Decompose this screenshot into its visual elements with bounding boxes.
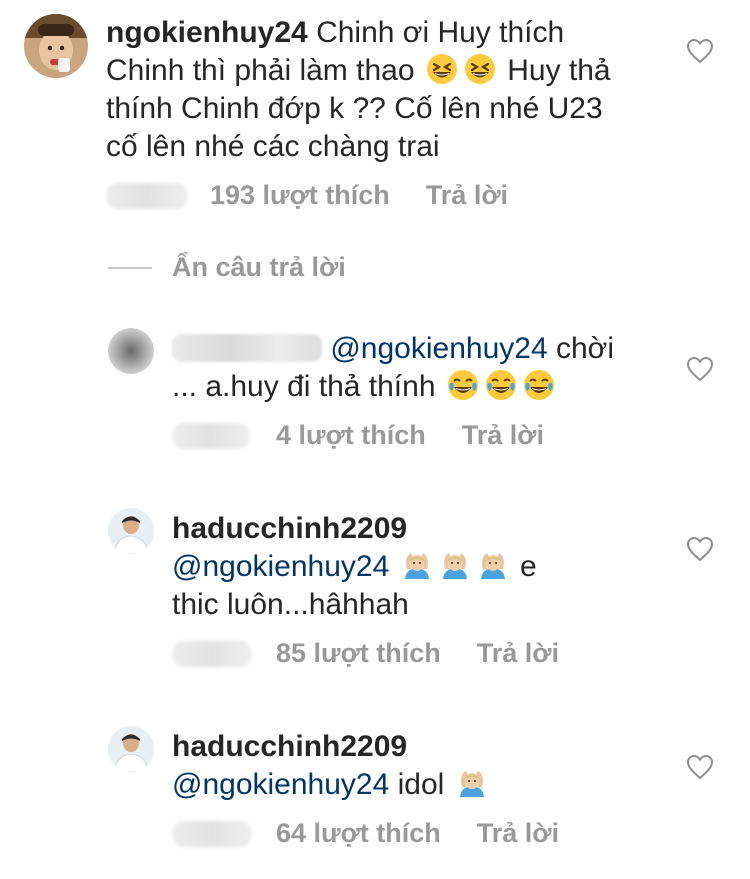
comment-body-part1: chời xyxy=(555,332,614,365)
comment-text: ngokienhuy24 Chinh ơi Huy thích Chinh th… xyxy=(106,14,626,166)
blurred-timestamp xyxy=(106,182,188,209)
avatar-photo xyxy=(108,508,154,554)
person-gesturing-ok-emoji xyxy=(404,553,429,579)
hide-replies-label: Ẩn câu trả lời xyxy=(172,252,346,282)
comment-body-part1: idol xyxy=(397,768,445,801)
blurred-avatar xyxy=(108,328,154,374)
reply-button[interactable]: Trả lời xyxy=(426,180,508,211)
comment-body-part2: ... a.huy đi thả thính xyxy=(172,370,436,403)
avatar-photo xyxy=(108,726,154,772)
comment-body-part2: thic luôn...hâhhah xyxy=(172,588,409,621)
comment-username[interactable]: ngokienhuy24 xyxy=(106,16,308,49)
blurred-username xyxy=(172,334,322,362)
heart-outline-icon[interactable] xyxy=(686,754,714,780)
comment-username[interactable]: haducchinh2209 xyxy=(172,512,407,545)
divider-line xyxy=(108,266,152,269)
mention-link[interactable]: @ngokienhuy24 xyxy=(172,550,389,583)
heart-outline-icon[interactable] xyxy=(686,536,714,562)
heart-outline-icon[interactable] xyxy=(686,38,714,64)
face-with-tears-of-joy-emoji xyxy=(447,370,478,400)
mention-link[interactable]: @ngokienhuy24 xyxy=(172,768,389,801)
comment-text: haducchinh2209 @ngokienhuy24 e thic luôn… xyxy=(172,510,602,624)
reply-button[interactable]: Trả lời xyxy=(477,638,559,669)
person-gesturing-ok-emoji xyxy=(480,553,505,579)
person-gesturing-ok-emoji xyxy=(459,771,484,797)
avatar[interactable] xyxy=(108,508,154,554)
comment-body-part1: e xyxy=(519,550,537,583)
like-count[interactable]: 193 lượt thích xyxy=(210,180,390,211)
mention-link[interactable]: @ngokienhuy24 xyxy=(330,332,547,365)
like-count[interactable]: 85 lượt thích xyxy=(276,638,441,669)
avatar[interactable] xyxy=(108,726,154,772)
comment-meta: 64 lượt thích Trả lời xyxy=(172,818,559,849)
comment-meta: 85 lượt thích Trả lời xyxy=(172,638,559,669)
person-gesturing-ok-emoji xyxy=(442,553,467,579)
face-with-tears-of-joy-emoji xyxy=(485,370,516,400)
comment-meta: 193 lượt thích Trả lời xyxy=(106,180,508,211)
comment-text: @ngokienhuy24 chời ... a.huy đi thả thín… xyxy=(172,330,642,406)
blurred-timestamp xyxy=(172,640,252,667)
like-count[interactable]: 4 lượt thích xyxy=(276,420,426,451)
blurred-timestamp xyxy=(172,422,250,449)
reply-button[interactable]: Trả lời xyxy=(462,420,544,451)
avatar[interactable] xyxy=(108,328,154,374)
comment-text: haducchinh2209 @ngokienhuy24 idol xyxy=(172,728,632,804)
like-count[interactable]: 64 lượt thích xyxy=(276,818,441,849)
avatar-photo xyxy=(24,14,88,78)
comment-username[interactable]: haducchinh2209 xyxy=(172,730,407,763)
heart-outline-icon[interactable] xyxy=(686,356,714,382)
reply-button[interactable]: Trả lời xyxy=(477,818,559,849)
grinning-squinting-face-emoji xyxy=(426,54,457,84)
hide-replies-button[interactable]: Ẩn câu trả lời xyxy=(108,252,346,283)
face-with-tears-of-joy-emoji xyxy=(523,370,554,400)
blurred-timestamp xyxy=(172,820,252,847)
avatar[interactable] xyxy=(24,14,88,78)
grinning-squinting-face-emoji xyxy=(464,54,495,84)
comment-meta: 4 lượt thích Trả lời xyxy=(172,420,544,451)
